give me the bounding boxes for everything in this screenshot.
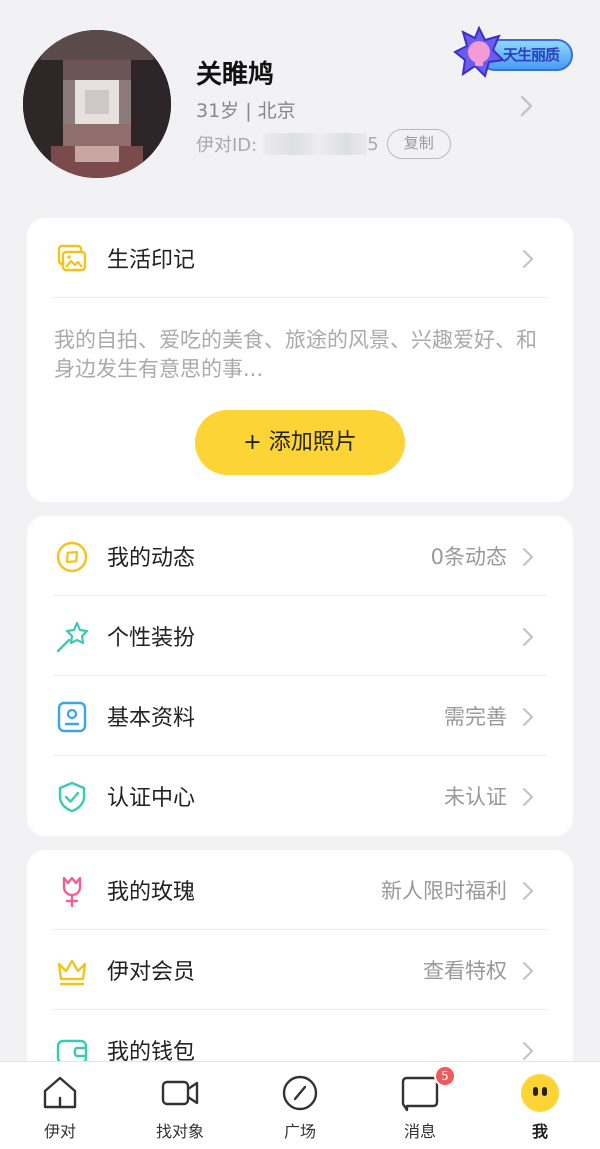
badge-text: 天生丽质	[503, 46, 560, 64]
profile-id-row: 伊对ID: 5 复制	[196, 129, 451, 159]
chevron-right-icon	[522, 707, 534, 727]
unread-count-badge: 5	[434, 1065, 456, 1087]
menu-item-basic-info[interactable]: 基本资料 需完善	[27, 676, 573, 756]
chat-bubble-icon	[401, 1076, 439, 1112]
menu-group-primary: 我的动态 0条动态 个性装扮 基本资料 需完善 认证中心 未认证	[27, 516, 573, 836]
photo-album-icon	[57, 244, 87, 272]
star-badge-icon	[453, 26, 505, 78]
profile-header[interactable]: 关睢鸠 31岁 | 北京 伊对ID: 5 复制 天生丽质	[0, 0, 600, 205]
video-camera-icon	[161, 1080, 199, 1106]
chevron-right-icon	[522, 547, 534, 567]
beauty-badge[interactable]: 天生丽质	[453, 26, 577, 78]
tab-messages[interactable]: 5 消息	[360, 1062, 480, 1149]
chevron-right-icon	[522, 249, 534, 269]
tab-me[interactable]: 我	[480, 1062, 600, 1149]
tab-label: 消息	[403, 1122, 436, 1141]
tab-yidui[interactable]: 伊对	[0, 1062, 120, 1149]
avatar[interactable]	[23, 30, 171, 178]
profile-id-blurred	[263, 133, 368, 155]
profile-age-city: 31岁 | 北京	[196, 100, 296, 122]
copy-id-button[interactable]: 复制	[386, 129, 451, 159]
me-face-icon	[521, 1074, 559, 1112]
divider	[53, 297, 547, 298]
magic-wand-icon	[56, 621, 89, 653]
menu-item-my-moments[interactable]: 我的动态 0条动态	[27, 516, 573, 596]
menu-item-label: 认证中心	[107, 786, 196, 811]
menu-item-value: 查看特权	[423, 959, 507, 983]
menu-item-label: 个性装扮	[107, 626, 196, 651]
life-record-row[interactable]: 生活印记	[27, 218, 573, 298]
chevron-right-icon	[522, 627, 534, 647]
tab-label: 找对象	[155, 1122, 204, 1141]
menu-item-personal-style[interactable]: 个性装扮	[27, 596, 573, 676]
rose-icon	[62, 876, 82, 908]
compass-slash-icon	[282, 1075, 318, 1111]
profile-id-label: 伊对ID:	[196, 135, 258, 156]
home-icon	[43, 1076, 77, 1109]
chevron-right-icon	[522, 787, 534, 807]
crown-icon	[57, 959, 87, 986]
menu-item-value: 需完善	[444, 705, 507, 729]
tab-label: 伊对	[43, 1122, 76, 1141]
chevron-right-icon	[522, 961, 534, 981]
menu-item-label: 我的玫瑰	[107, 880, 196, 905]
menu-item-my-roses[interactable]: 我的玫瑰 新人限时福利	[27, 850, 573, 930]
profile-card-icon	[57, 701, 87, 733]
life-record-card: 生活印记 我的自拍、爱吃的美食、旅途的风景、兴趣爱好、和身边发生有意思的事...…	[27, 218, 573, 502]
compass-icon	[56, 541, 88, 573]
shield-check-icon	[58, 781, 86, 813]
chevron-right-icon[interactable]	[519, 94, 535, 118]
tab-label: 广场	[283, 1122, 316, 1141]
menu-item-value: 未认证	[444, 785, 507, 809]
tab-find-partner[interactable]: 找对象	[120, 1062, 240, 1149]
menu-item-label: 我的动态	[107, 546, 196, 571]
chevron-right-icon	[522, 881, 534, 901]
menu-item-label: 基本资料	[107, 706, 196, 731]
menu-item-verification[interactable]: 认证中心 未认证	[27, 756, 573, 836]
profile-id-tail: 5	[367, 133, 379, 155]
life-record-description: 我的自拍、爱吃的美食、旅途的风景、兴趣爱好、和身边发生有意思的事...	[54, 328, 537, 381]
tab-label: 我	[531, 1122, 548, 1141]
tab-square[interactable]: 广场	[240, 1062, 360, 1149]
menu-item-value: 0条动态	[430, 545, 507, 569]
bottom-tab-bar: 伊对 找对象 广场 5 消息 我	[0, 1061, 600, 1149]
menu-item-membership[interactable]: 伊对会员 查看特权	[27, 930, 573, 1010]
add-photo-button[interactable]: + 添加照片	[195, 410, 405, 475]
chevron-right-icon	[522, 1041, 534, 1061]
profile-name: 关睢鸠	[196, 60, 275, 90]
menu-item-value: 新人限时福利	[381, 879, 507, 903]
menu-item-label: 伊对会员	[107, 960, 196, 985]
life-record-label: 生活印记	[107, 248, 196, 273]
